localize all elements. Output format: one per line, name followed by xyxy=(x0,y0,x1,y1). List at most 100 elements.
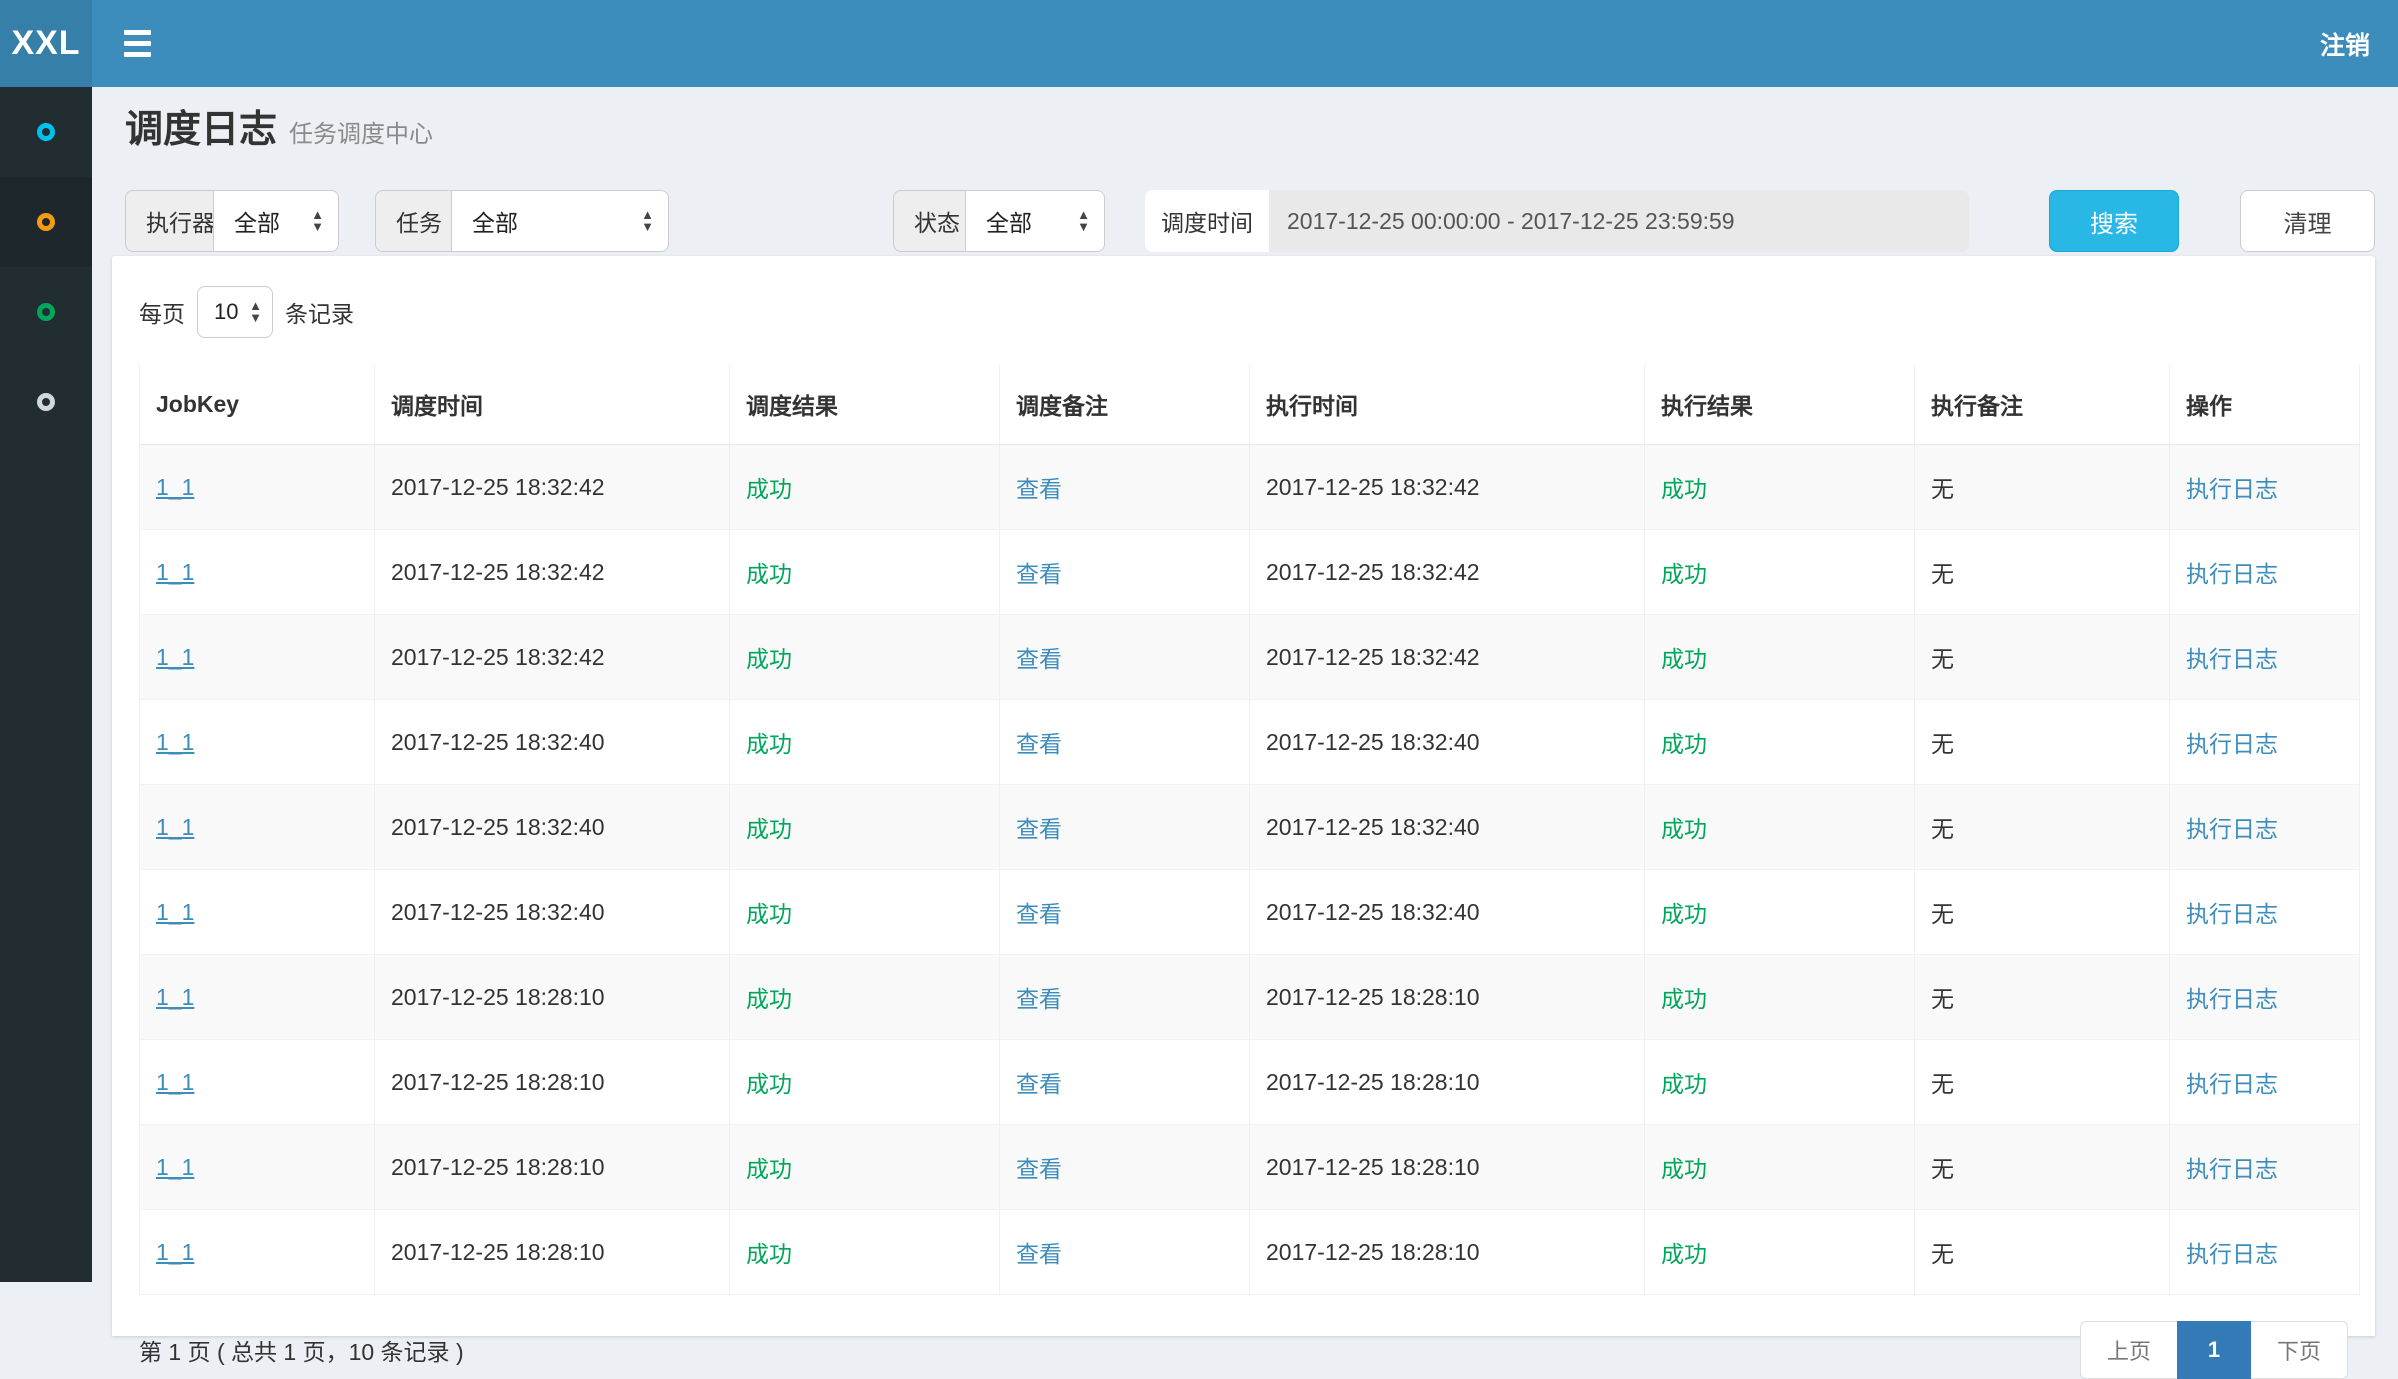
exec-log-link[interactable]: 执行日志 xyxy=(2186,986,2278,1012)
cell-trigger-result: 成功 xyxy=(730,870,1000,955)
trigger-result: 成功 xyxy=(746,731,792,757)
sidebar-item-4[interactable] xyxy=(0,357,92,447)
sidebar-item-3[interactable] xyxy=(0,267,92,357)
clean-button[interactable]: 清理 xyxy=(2240,190,2375,252)
handle-time: 2017-12-25 18:32:42 xyxy=(1266,474,1480,500)
cell-handle-msg: 无 xyxy=(1915,1040,2170,1125)
exec-log-link[interactable]: 执行日志 xyxy=(2186,1071,2278,1097)
exec-log-link[interactable]: 执行日志 xyxy=(2186,476,2278,502)
handle-msg: 无 xyxy=(1931,816,1954,842)
trigger-time: 2017-12-25 18:28:10 xyxy=(391,1154,605,1180)
trigger-msg-link[interactable]: 查看 xyxy=(1016,646,1062,672)
cell-handle-msg: 无 xyxy=(1915,785,2170,870)
handle-time: 2017-12-25 18:28:10 xyxy=(1266,1069,1480,1095)
trigger-msg-link[interactable]: 查看 xyxy=(1016,476,1062,502)
trigger-msg-link[interactable]: 查看 xyxy=(1016,561,1062,587)
trigger-msg-link[interactable]: 查看 xyxy=(1016,901,1062,927)
jobkey-link[interactable]: 1_1 xyxy=(156,559,194,585)
next-page-button[interactable]: 下页 xyxy=(2251,1321,2348,1379)
handle-time: 2017-12-25 18:32:40 xyxy=(1266,899,1480,925)
jobkey-link[interactable]: 1_1 xyxy=(156,814,194,840)
jobkey-link[interactable]: 1_1 xyxy=(156,474,194,500)
exec-log-link[interactable]: 执行日志 xyxy=(2186,561,2278,587)
trigger-msg-link[interactable]: 查看 xyxy=(1016,1241,1062,1267)
jobkey-link[interactable]: 1_1 xyxy=(156,1239,194,1265)
executor-select-value: 全部 xyxy=(234,204,280,238)
exec-log-link[interactable]: 执行日志 xyxy=(2186,1241,2278,1267)
handle-result: 成功 xyxy=(1661,986,1707,1012)
table-header-row: JobKey调度时间调度结果调度备注执行时间执行结果执行备注操作 xyxy=(140,364,2360,445)
sidebar-toggle-button[interactable] xyxy=(100,0,175,87)
status-select[interactable]: 全部 ▲▼ xyxy=(965,190,1105,252)
job-select-value: 全部 xyxy=(472,204,518,238)
table-row: 1_1 2017-12-25 18:32:40 成功查看 2017-12-25 18:… xyxy=(140,870,2360,955)
cell-exec-log-link: 执行日志 xyxy=(2170,870,2360,955)
cell-jobkey-link: 1_1 xyxy=(140,785,375,870)
filter-toolbar: 执行器 全部 ▲▼ 任务 全部 ▲▼ 状态 全部 ▲▼ 调度时间 2017-12… xyxy=(0,190,2398,252)
trigger-msg-link[interactable]: 查看 xyxy=(1016,986,1062,1012)
trigger-result: 成功 xyxy=(746,986,792,1012)
trigger-time: 2017-12-25 18:28:10 xyxy=(391,1239,605,1265)
sidebar xyxy=(0,87,92,1282)
select-arrows-icon: ▲▼ xyxy=(1077,209,1090,233)
handle-result: 成功 xyxy=(1661,646,1707,672)
trigger-result: 成功 xyxy=(746,1241,792,1267)
trigger-time: 2017-12-25 18:32:42 xyxy=(391,559,605,585)
job-select[interactable]: 全部 ▲▼ xyxy=(451,190,669,252)
cell-jobkey-link: 1_1 xyxy=(140,1040,375,1125)
page-size-select[interactable]: 10 ▲▼ xyxy=(197,286,273,338)
cell-trigger-result: 成功 xyxy=(730,785,1000,870)
cell-trigger-time: 2017-12-25 18:32:40 xyxy=(375,700,730,785)
handle-result: 成功 xyxy=(1661,816,1707,842)
log-table: JobKey调度时间调度结果调度备注执行时间执行结果执行备注操作 1_1 2017… xyxy=(139,364,2360,1295)
cell-handle-msg: 无 xyxy=(1915,955,2170,1040)
exec-log-link[interactable]: 执行日志 xyxy=(2186,646,2278,672)
cell-jobkey-link: 1_1 xyxy=(140,530,375,615)
trigger-msg-link[interactable]: 查看 xyxy=(1016,731,1062,757)
trigger-time-range-input[interactable]: 2017-12-25 00:00:00 - 2017-12-25 23:59:5… xyxy=(1269,190,1969,252)
trigger-msg-link[interactable]: 查看 xyxy=(1016,1156,1062,1182)
trigger-time: 2017-12-25 18:32:40 xyxy=(391,899,605,925)
prev-page-button[interactable]: 上页 xyxy=(2080,1321,2177,1379)
log-panel: 每页 10 ▲▼ 条记录 JobKey调度时间调度结果调度备注执行时间执行结果执… xyxy=(112,256,2375,1336)
cell-handle-msg: 无 xyxy=(1915,615,2170,700)
select-arrows-icon: ▲▼ xyxy=(311,209,324,233)
search-button[interactable]: 搜索 xyxy=(2049,190,2179,252)
jobkey-link[interactable]: 1_1 xyxy=(156,984,194,1010)
select-arrows-icon: ▲▼ xyxy=(249,300,262,324)
cell-handle-msg: 无 xyxy=(1915,700,2170,785)
trigger-time: 2017-12-25 18:32:42 xyxy=(391,644,605,670)
cell-trigger-result: 成功 xyxy=(730,445,1000,530)
col-header-jobkey: JobKey xyxy=(140,364,375,445)
cell-handle-msg: 无 xyxy=(1915,870,2170,955)
jobkey-link[interactable]: 1_1 xyxy=(156,899,194,925)
handle-result: 成功 xyxy=(1661,1241,1707,1267)
top-navbar: XXL 注销 xyxy=(0,0,2398,87)
col-header-handle-result: 执行结果 xyxy=(1645,364,1915,445)
exec-log-link[interactable]: 执行日志 xyxy=(2186,901,2278,927)
handle-msg: 无 xyxy=(1931,901,1954,927)
handle-msg: 无 xyxy=(1931,1156,1954,1182)
cell-trigger-time: 2017-12-25 18:32:42 xyxy=(375,530,730,615)
cell-handle-result: 成功 xyxy=(1645,1125,1915,1210)
cell-trigger-msg-link: 查看 xyxy=(1000,700,1250,785)
jobkey-link[interactable]: 1_1 xyxy=(156,729,194,755)
trigger-msg-link[interactable]: 查看 xyxy=(1016,816,1062,842)
exec-log-link[interactable]: 执行日志 xyxy=(2186,1156,2278,1182)
handle-msg: 无 xyxy=(1931,646,1954,672)
trigger-msg-link[interactable]: 查看 xyxy=(1016,1071,1062,1097)
table-row: 1_12017-12-25 18:32:40成功查看2017-12-25 18:… xyxy=(140,700,2360,785)
page-size-control: 每页 10 ▲▼ 条记录 xyxy=(139,286,2348,338)
logout-link[interactable]: 注销 xyxy=(2320,26,2370,62)
sidebar-item-1[interactable] xyxy=(0,87,92,177)
page-size-suffix: 条记录 xyxy=(285,295,354,329)
table-row: 1_12017-12-25 18:32:42成功查看2017-12-25 18:… xyxy=(140,615,2360,700)
current-page-button[interactable]: 1 xyxy=(2177,1321,2251,1379)
handle-time: 2017-12-25 18:32:40 xyxy=(1266,814,1480,840)
exec-log-link[interactable]: 执行日志 xyxy=(2186,816,2278,842)
exec-log-link[interactable]: 执行日志 xyxy=(2186,731,2278,757)
jobkey-link[interactable]: 1_1 xyxy=(156,644,194,670)
jobkey-link[interactable]: 1_1 xyxy=(156,1069,194,1095)
jobkey-link[interactable]: 1_1 xyxy=(156,1154,194,1180)
executor-select[interactable]: 全部 ▲▼ xyxy=(213,190,339,252)
